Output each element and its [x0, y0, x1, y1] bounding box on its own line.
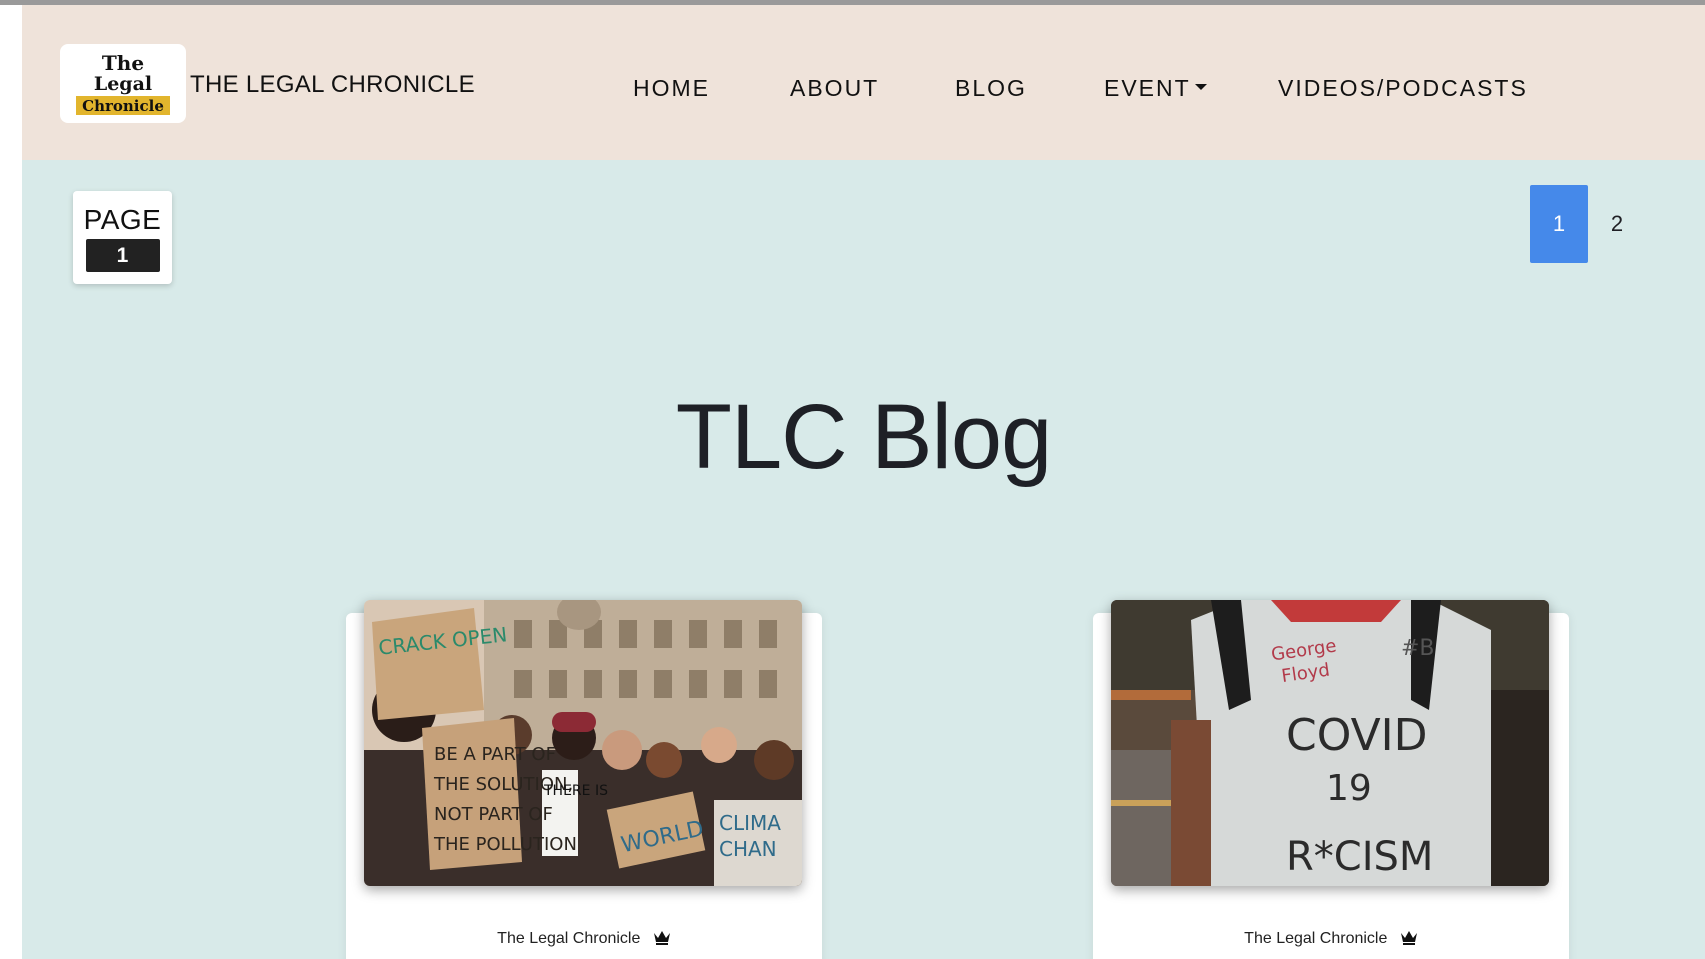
- blog-card-image[interactable]: George Floyd COVID 19 R*CISM #B: [1111, 600, 1549, 886]
- navbar: The Legal Chronicle THE LEGAL CHRONICLE …: [22, 5, 1705, 160]
- brand-logo[interactable]: The Legal Chronicle: [60, 44, 186, 123]
- nav-videos-podcasts[interactable]: VIDEOS/PODCASTS: [1278, 75, 1528, 102]
- logo-line3: Chronicle: [82, 97, 164, 115]
- page-indicator-label: PAGE: [83, 204, 162, 235]
- nav-home[interactable]: HOME: [633, 75, 710, 102]
- crown-icon: [653, 931, 670, 945]
- logo-line1: The: [102, 51, 144, 75]
- svg-text:19: 19: [1326, 768, 1372, 809]
- nav-event-label: EVENT: [1104, 75, 1191, 101]
- svg-text:COVID: COVID: [1286, 710, 1428, 761]
- nav-about[interactable]: ABOUT: [790, 75, 879, 102]
- svg-text:THE POLLUTION: THE POLLUTION: [433, 834, 577, 855]
- page-indicator: PAGE 1: [73, 191, 172, 284]
- blog-card-image[interactable]: CRACK OPEN BE A PART OF THE SOLUTION, NO…: [364, 600, 802, 886]
- blog-card-author[interactable]: The Legal Chronicle: [1093, 929, 1569, 948]
- svg-text:NOT PART OF: NOT PART OF: [434, 804, 553, 825]
- protest-photo-icon: CRACK OPEN BE A PART OF THE SOLUTION, NO…: [364, 600, 802, 886]
- caret-down-icon: [1194, 83, 1207, 90]
- nav-event-dropdown[interactable]: EVENT: [1104, 75, 1207, 102]
- crown-icon: [1400, 931, 1417, 945]
- pagination-page-1[interactable]: 1: [1530, 185, 1588, 263]
- author-name: The Legal Chronicle: [497, 930, 641, 947]
- svg-text:R*CISM: R*CISM: [1286, 834, 1433, 880]
- tshirt-photo-icon: George Floyd COVID 19 R*CISM #B: [1111, 600, 1549, 886]
- blog-card-author[interactable]: The Legal Chronicle: [346, 929, 822, 948]
- page-indicator-number: 1: [85, 239, 160, 272]
- logo-line2: Legal: [94, 73, 152, 95]
- svg-text:THERE IS: THERE IS: [543, 783, 608, 799]
- svg-text:BE A PART OF: BE A PART OF: [434, 744, 556, 765]
- nav-blog[interactable]: BLOG: [955, 75, 1027, 102]
- blog-card[interactable]: George Floyd COVID 19 R*CISM #B The Lega…: [1093, 600, 1569, 959]
- newspaper-logo-icon: The Legal Chronicle: [76, 51, 170, 115]
- author-name: The Legal Chronicle: [1244, 930, 1388, 947]
- pagination-page-2[interactable]: 2: [1588, 185, 1646, 263]
- svg-text:CHAN: CHAN: [719, 837, 777, 861]
- blog-card[interactable]: CRACK OPEN BE A PART OF THE SOLUTION, NO…: [346, 600, 822, 959]
- page-title: TLC Blog: [675, 386, 1053, 488]
- svg-text:CLIMA: CLIMA: [719, 811, 781, 835]
- svg-text:#B: #B: [1401, 636, 1435, 661]
- brand-name[interactable]: THE LEGAL CHRONICLE: [190, 71, 475, 99]
- main-content: PAGE 1 1 2 TLC Blog CRACK OPEN BE A PART…: [22, 160, 1705, 959]
- left-margin: [0, 5, 22, 959]
